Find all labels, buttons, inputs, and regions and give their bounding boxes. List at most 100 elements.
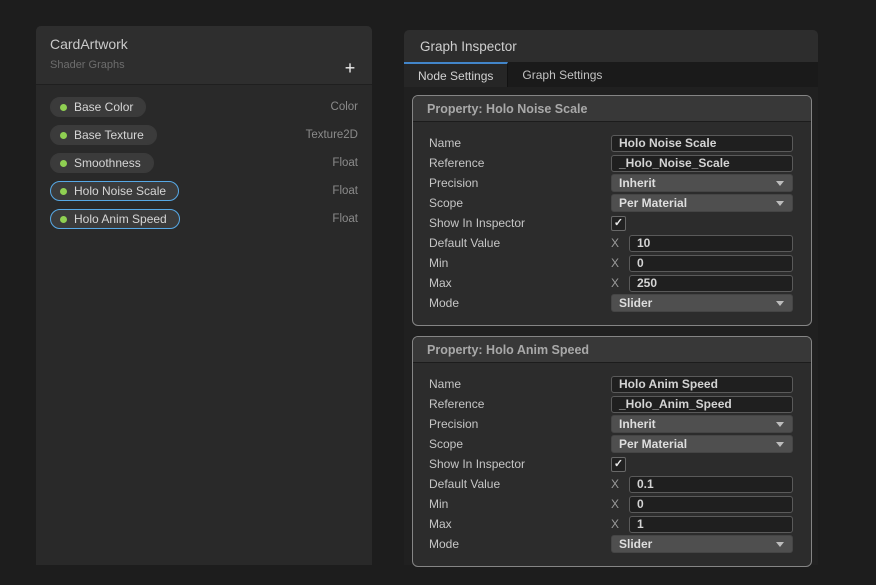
show-in-inspector-checkbox[interactable]: ✓ <box>611 456 626 472</box>
tab-label: Graph Settings <box>522 67 603 82</box>
precision-dropdown[interactable]: Inherit <box>611 415 793 433</box>
property-pill-holo-noise-scale[interactable]: Holo Noise Scale <box>50 181 180 201</box>
field-row-name: Name Holo Noise Scale <box>429 133 793 153</box>
property-type-label: Float <box>332 157 358 169</box>
property-pill-label: Holo Noise Scale <box>74 184 167 198</box>
graph-subtitle: Shader Graphs <box>50 59 125 71</box>
default-value-input[interactable]: 10 <box>629 234 793 252</box>
name-input[interactable]: Holo Noise Scale <box>611 134 793 152</box>
graph-inspector-panel: Graph Inspector Node Settings Graph Sett… <box>404 30 818 567</box>
mode-dropdown[interactable]: Slider <box>611 535 793 553</box>
property-dot-icon <box>60 131 67 139</box>
max-input[interactable]: 250 <box>629 274 793 292</box>
inspector-body: Property: Holo Noise Scale Name Holo Noi… <box>404 87 818 585</box>
dropdown-arrow-icon <box>776 300 784 306</box>
field-row-show-in-inspector: Show In Inspector ✓ <box>429 454 793 474</box>
inspector-tabs: Node Settings Graph Settings <box>404 62 818 87</box>
tab-node-settings[interactable]: Node Settings <box>404 62 509 87</box>
field-row-name: Name Holo Anim Speed <box>429 374 793 394</box>
axis-x-label: X <box>611 517 620 531</box>
property-pill-label: Base Texture <box>74 128 144 142</box>
show-in-inspector-checkbox[interactable]: ✓ <box>611 215 626 231</box>
property-dot-icon <box>60 187 67 195</box>
property-panel-holo-noise-scale: Property: Holo Noise Scale Name Holo Noi… <box>412 95 812 326</box>
property-pill-label: Base Color <box>74 100 134 114</box>
field-label: Precision <box>429 176 479 190</box>
property-panel-holo-anim-speed: Property: Holo Anim Speed Name Holo Anim… <box>412 336 812 567</box>
tab-label: Node Settings <box>418 68 494 83</box>
property-type-label: Texture2D <box>305 129 358 141</box>
property-row: Base Texture Texture2D <box>36 121 372 149</box>
field-label: Scope <box>429 437 464 451</box>
property-panel-header: Property: Holo Anim Speed <box>413 337 811 363</box>
property-row: Base Color Color <box>36 93 372 121</box>
field-label: Show In Inspector <box>429 216 526 230</box>
blackboard-header: CardArtwork Shader Graphs + <box>36 26 372 85</box>
property-panel-body: Name Holo Noise Scale Reference _Holo_No… <box>413 122 811 325</box>
dropdown-arrow-icon <box>776 441 784 447</box>
field-row-min: Min X 0 <box>429 494 793 514</box>
field-row-min: Min X 0 <box>429 253 793 273</box>
field-row-max: Max X 1 <box>429 514 793 534</box>
name-input[interactable]: Holo Anim Speed <box>611 375 793 393</box>
property-pill-label: Smoothness <box>74 156 141 170</box>
dropdown-value: Slider <box>619 537 653 551</box>
field-label: Default Value <box>429 236 501 250</box>
reference-input[interactable]: _Holo_Noise_Scale <box>611 154 793 172</box>
tab-graph-settings[interactable]: Graph Settings <box>508 62 616 87</box>
dropdown-value: Per Material <box>619 437 688 451</box>
dropdown-arrow-icon <box>776 180 784 186</box>
property-row: Holo Anim Speed Float <box>36 205 372 233</box>
field-label: Show In Inspector <box>429 457 526 471</box>
add-property-button[interactable]: + <box>340 58 360 78</box>
field-label: Mode <box>429 537 460 551</box>
property-pill-smoothness[interactable]: Smoothness <box>50 153 154 173</box>
property-pill-holo-anim-speed[interactable]: Holo Anim Speed <box>50 209 180 229</box>
dropdown-arrow-icon <box>776 541 784 547</box>
max-input[interactable]: 1 <box>629 515 793 533</box>
dropdown-value: Inherit <box>619 417 656 431</box>
dropdown-value: Inherit <box>619 176 656 190</box>
field-label: Default Value <box>429 477 501 491</box>
dropdown-arrow-icon <box>776 421 784 427</box>
field-label: Max <box>429 276 452 290</box>
dropdown-arrow-icon <box>776 200 784 206</box>
property-type-label: Float <box>332 213 358 225</box>
min-input[interactable]: 0 <box>629 254 793 272</box>
blackboard-panel: CardArtwork Shader Graphs + Base Color C… <box>36 26 372 565</box>
field-row-mode: Mode Slider <box>429 534 793 554</box>
field-label: Name <box>429 377 462 391</box>
field-label: Mode <box>429 296 460 310</box>
property-pill-base-color[interactable]: Base Color <box>50 97 147 117</box>
field-label: Scope <box>429 196 464 210</box>
reference-input[interactable]: _Holo_Anim_Speed <box>611 395 793 413</box>
field-row-max: Max X 250 <box>429 273 793 293</box>
scope-dropdown[interactable]: Per Material <box>611 435 793 453</box>
property-pill-base-texture[interactable]: Base Texture <box>50 125 157 145</box>
axis-x-label: X <box>611 276 620 290</box>
scope-dropdown[interactable]: Per Material <box>611 194 793 212</box>
field-label: Max <box>429 517 452 531</box>
field-row-reference: Reference _Holo_Noise_Scale <box>429 153 793 173</box>
property-dot-icon <box>60 159 67 167</box>
mode-dropdown[interactable]: Slider <box>611 294 793 312</box>
property-row: Smoothness Float <box>36 149 372 177</box>
default-value-input[interactable]: 0.1 <box>629 475 793 493</box>
graph-title: CardArtwork <box>50 36 128 52</box>
property-dot-icon <box>60 103 67 111</box>
property-panel-header: Property: Holo Noise Scale <box>413 96 811 122</box>
graph-inspector-title: Graph Inspector <box>420 38 517 54</box>
min-input[interactable]: 0 <box>629 495 793 513</box>
field-row-mode: Mode Slider <box>429 293 793 313</box>
axis-x-label: X <box>611 497 620 511</box>
field-row-precision: Precision Inherit <box>429 173 793 193</box>
axis-x-label: X <box>611 477 620 491</box>
property-panel-body: Name Holo Anim Speed Reference _Holo_Ani… <box>413 363 811 566</box>
field-label: Min <box>429 497 449 511</box>
field-row-scope: Scope Per Material <box>429 434 793 454</box>
precision-dropdown[interactable]: Inherit <box>611 174 793 192</box>
field-row-default-value: Default Value X 0.1 <box>429 474 793 494</box>
property-row: Holo Noise Scale Float <box>36 177 372 205</box>
property-type-label: Float <box>332 185 358 197</box>
field-row-reference: Reference _Holo_Anim_Speed <box>429 394 793 414</box>
